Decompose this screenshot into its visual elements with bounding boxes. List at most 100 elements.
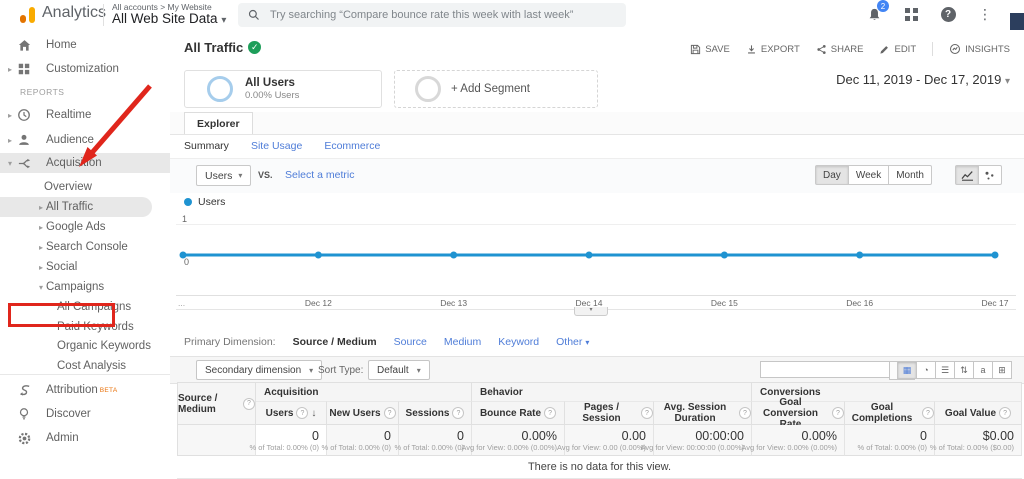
- sidebar-item-overview[interactable]: Overview: [0, 177, 214, 197]
- explorer-tabstrip: Explorer: [170, 112, 1024, 135]
- date-range-picker[interactable]: Dec 11, 2019 - Dec 17, 2019 ▾: [836, 72, 1010, 87]
- dimension-medium[interactable]: Medium: [444, 336, 481, 348]
- insights-button[interactable]: INSIGHTS: [949, 43, 1010, 55]
- tab-explorer[interactable]: Explorer: [184, 112, 253, 134]
- sidebar-item-google-ads[interactable]: ▸ Google Ads: [0, 217, 170, 237]
- column-header-sessions[interactable]: Sessions?: [399, 401, 472, 425]
- percentage-view-icon[interactable]: ◔: [917, 361, 936, 379]
- help-icon[interactable]: ?: [452, 407, 464, 419]
- column-header-pages-session[interactable]: Pages / Session?: [565, 401, 654, 425]
- sidebar-item-attribution[interactable]: Attribution BETA: [0, 380, 170, 400]
- dimension-source[interactable]: Source: [394, 336, 427, 348]
- column-header-source-medium[interactable]: Source / Medium?: [177, 382, 256, 425]
- pivot-view-icon[interactable]: ⊞: [993, 361, 1012, 379]
- annotations-expander[interactable]: ▾: [574, 307, 608, 316]
- segment-all-users[interactable]: All Users 0.00% Users: [184, 70, 382, 108]
- expand-icon: ▸: [36, 223, 46, 232]
- motion-chart-button[interactable]: [979, 165, 1002, 185]
- empty-table-message: There is no data for this view.: [177, 456, 1022, 479]
- sidebar-item-paid-keywords[interactable]: Paid Keywords: [0, 317, 227, 337]
- help-icon[interactable]: ?: [739, 407, 751, 419]
- help-icon[interactable]: ?: [641, 407, 653, 419]
- add-segment-button[interactable]: + Add Segment: [394, 70, 598, 108]
- subtab-ecommerce[interactable]: Ecommerce: [324, 140, 380, 152]
- dimension-source-medium[interactable]: Source / Medium: [293, 336, 377, 348]
- subtab-summary[interactable]: Summary: [184, 140, 229, 152]
- share-button[interactable]: SHARE: [816, 44, 864, 55]
- sidebar-item-campaigns[interactable]: ▾ Campaigns: [0, 277, 170, 297]
- column-header-avg-session-duration[interactable]: Avg. Session Duration?: [654, 401, 752, 425]
- attribution-icon: [16, 382, 32, 398]
- column-header-bounce-rate[interactable]: Bounce Rate?: [472, 401, 565, 425]
- sort-type-dropdown[interactable]: Default▾: [368, 360, 430, 380]
- sidebar-item-acquisition[interactable]: ▾ Acquisition: [0, 153, 170, 173]
- term-cloud-view-icon[interactable]: a: [974, 361, 993, 379]
- subtab-site-usage[interactable]: Site Usage: [251, 140, 302, 152]
- help-icon[interactable]: ?: [296, 407, 308, 419]
- users-line-chart[interactable]: 1 0 ... Dec 12Dec 13Dec 14Dec 15Dec 16De…: [170, 210, 1024, 328]
- global-search[interactable]: [238, 3, 626, 27]
- column-header-users[interactable]: Users?↓: [256, 401, 327, 425]
- select-metric-link[interactable]: Select a metric: [285, 169, 354, 181]
- x-tick-label: Dec 15: [702, 298, 746, 308]
- notification-badge: 2: [877, 0, 889, 12]
- help-icon[interactable]: ?: [999, 407, 1011, 419]
- x-tick-label: Dec 13: [432, 298, 476, 308]
- apps-button[interactable]: [900, 3, 922, 25]
- sidebar-item-search-console[interactable]: ▸ Search Console: [0, 237, 170, 257]
- avatar[interactable]: [1010, 13, 1024, 30]
- column-header-goal-completions[interactable]: Goal Completions?: [845, 401, 935, 425]
- line-chart-button[interactable]: [955, 165, 979, 185]
- help-icon[interactable]: ?: [832, 407, 844, 419]
- expand-icon: ▸: [5, 65, 15, 74]
- help-icon[interactable]: ?: [922, 407, 934, 419]
- analytics-logo-icon: [20, 7, 36, 23]
- vs-label: VS.: [258, 170, 273, 180]
- sidebar-item-realtime[interactable]: ▸ Realtime: [0, 105, 170, 125]
- legend-dot-icon: [184, 198, 192, 206]
- sidebar-item-discover[interactable]: Discover: [0, 404, 170, 424]
- chart-type-toggle: [955, 165, 1002, 185]
- search-input[interactable]: [268, 8, 602, 22]
- comparison-view-icon[interactable]: ⇅: [955, 361, 974, 379]
- column-header-goal-conversion-rate[interactable]: Goal Conversion Rate?: [752, 401, 845, 425]
- property-selector[interactable]: All Web Site Data ▾: [112, 11, 226, 26]
- granularity-day-button[interactable]: Day: [815, 165, 849, 185]
- kebab-icon: ⋮: [978, 9, 992, 19]
- save-button[interactable]: SAVE: [690, 44, 730, 55]
- x-tick-label: Dec 12: [296, 298, 340, 308]
- sidebar-item-home[interactable]: Home: [0, 35, 170, 55]
- performance-view-icon[interactable]: ☰: [936, 361, 955, 379]
- table-search-input[interactable]: [760, 361, 889, 378]
- sidebar-item-organic-keywords[interactable]: Organic Keywords: [0, 336, 227, 356]
- sidebar-item-social[interactable]: ▸ Social: [0, 257, 170, 277]
- sidebar-item-customization[interactable]: ▸ Customization: [0, 59, 170, 79]
- column-header-goal-value[interactable]: Goal Value?: [935, 401, 1022, 425]
- dimension-other[interactable]: Other ▾: [556, 336, 589, 348]
- legend-label: Users: [198, 196, 225, 208]
- edit-button[interactable]: EDIT: [879, 44, 916, 55]
- help-icon[interactable]: ?: [544, 407, 556, 419]
- sidebar-item-all-campaigns[interactable]: All Campaigns: [0, 297, 227, 317]
- sidebar-item-cost-analysis[interactable]: Cost Analysis: [0, 356, 227, 376]
- verified-shield-icon: ✓: [248, 41, 261, 54]
- data-view-icon[interactable]: ▦: [897, 361, 917, 379]
- help-icon[interactable]: ?: [243, 398, 255, 410]
- chevron-down-icon: ▾: [585, 338, 589, 347]
- help-button[interactable]: ?: [937, 3, 959, 25]
- column-header-new-users[interactable]: New Users?: [327, 401, 399, 425]
- totals-goal-value: $0.00% of Total: 0.00% ($0.00): [935, 425, 1022, 456]
- granularity-week-button[interactable]: Week: [849, 165, 889, 185]
- overflow-menu-button[interactable]: ⋮: [974, 3, 996, 25]
- sidebar-item-all-traffic[interactable]: ▸ All Traffic: [0, 197, 152, 217]
- export-button[interactable]: EXPORT: [746, 44, 800, 55]
- granularity-month-button[interactable]: Month: [889, 165, 932, 185]
- customization-icon: [16, 61, 32, 77]
- notifications-button[interactable]: 2: [863, 3, 885, 25]
- totals-dimension-cell: [177, 425, 256, 456]
- report-content: All Traffic ✓ SAVE EXPORT SHARE EDIT INS…: [170, 30, 1024, 452]
- help-icon[interactable]: ?: [384, 407, 396, 419]
- dimension-keyword[interactable]: Keyword: [498, 336, 539, 348]
- sidebar-item-admin[interactable]: Admin: [0, 428, 170, 448]
- sidebar-item-audience[interactable]: ▸ Audience: [0, 130, 170, 150]
